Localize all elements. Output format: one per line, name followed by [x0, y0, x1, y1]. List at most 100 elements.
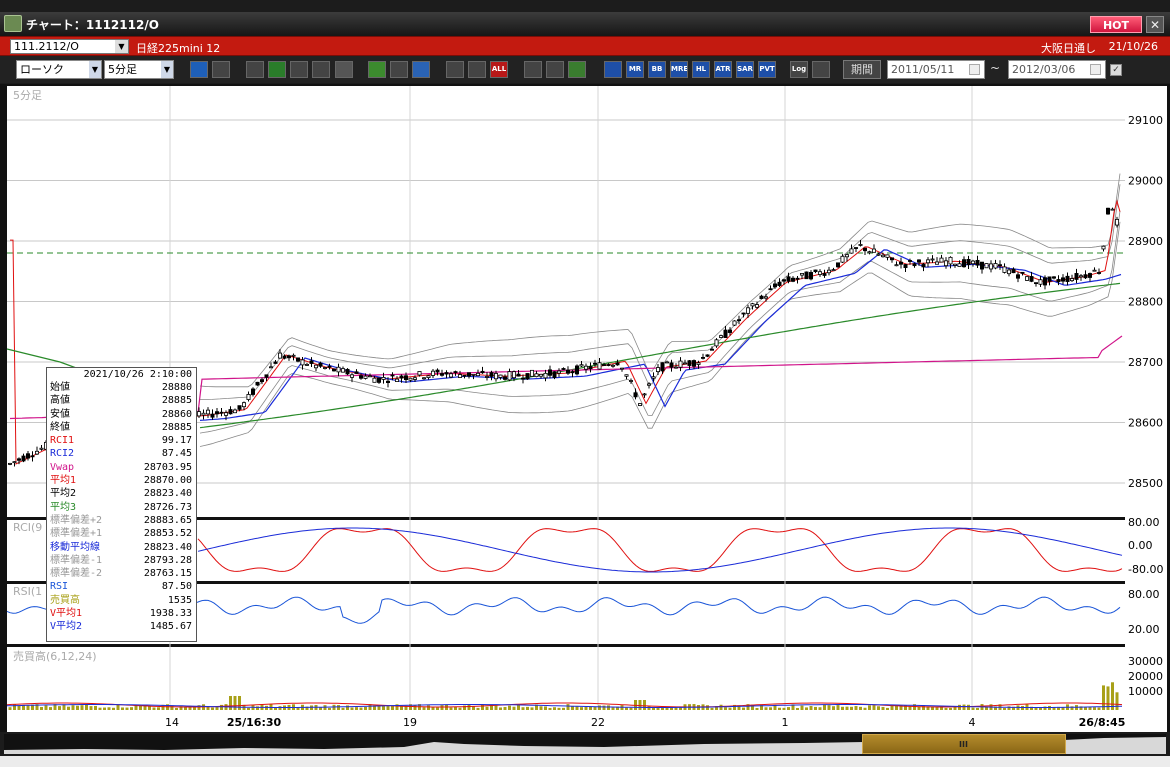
volume-bar	[800, 705, 804, 710]
candle-body	[984, 263, 989, 269]
candle-icon[interactable]	[446, 61, 464, 78]
price-tick-label: 28500	[1128, 477, 1163, 490]
crosshair-icon[interactable]	[212, 61, 230, 78]
volume-bar	[742, 707, 745, 710]
chart-type-select[interactable]: ローソク ▼	[16, 60, 102, 79]
apply-checkbox[interactable]: ✓	[1110, 64, 1122, 76]
candle-body	[444, 372, 449, 375]
bars-icon[interactable]	[468, 61, 486, 78]
close-button[interactable]: ✕	[1146, 16, 1164, 33]
ma-icon[interactable]	[604, 61, 622, 78]
candle-body	[687, 360, 692, 366]
drawing-icon[interactable]	[268, 61, 286, 78]
period-button[interactable]: 期間	[843, 60, 881, 79]
volume-bar	[485, 706, 489, 710]
hot-button[interactable]: HOT	[1090, 16, 1142, 33]
candle-body	[782, 279, 787, 282]
time-tick-label: 1	[782, 716, 789, 729]
fibo-icon[interactable]	[312, 61, 330, 78]
date-to-input[interactable]: 2012/03/06	[1008, 60, 1106, 79]
candle-body	[273, 361, 278, 364]
bb-icon[interactable]: BB	[648, 61, 666, 78]
chevron-down-icon[interactable]: ▼	[161, 61, 173, 78]
undo-icon[interactable]	[412, 61, 430, 78]
sar-icon[interactable]: SAR	[736, 61, 754, 78]
time-tick-label: 26/8:45	[1079, 716, 1126, 729]
alert-icon[interactable]	[335, 61, 353, 78]
chevron-down-icon[interactable]: ▼	[89, 61, 101, 78]
wrench-icon[interactable]	[546, 61, 564, 78]
date-from-input[interactable]: 2011/05/11	[887, 60, 985, 79]
chevron-down-icon[interactable]: ▼	[115, 40, 128, 53]
scrollbar-thumb[interactable]: III	[862, 734, 1066, 754]
interval-select[interactable]: 5分足 ▼	[104, 60, 174, 79]
volume-bar	[467, 704, 471, 710]
window-titlebar[interactable]: チャート：1112112/O HOT ✕	[0, 12, 1170, 36]
volume-bar	[832, 706, 835, 710]
settings-icon[interactable]	[524, 61, 542, 78]
palette-icon[interactable]	[568, 61, 586, 78]
zoom-icon[interactable]	[190, 61, 208, 78]
volume-bar	[89, 706, 93, 710]
candle-body	[309, 360, 314, 364]
candle-body	[39, 447, 44, 450]
candle-body	[777, 281, 782, 286]
calendar-icon[interactable]	[1090, 64, 1101, 75]
pvt-icon[interactable]: PVT	[758, 61, 776, 78]
volume-bar	[935, 707, 939, 710]
candle-body	[250, 388, 255, 395]
candle-body	[1025, 276, 1030, 281]
candle-body	[219, 411, 224, 414]
pointer-icon[interactable]	[246, 61, 264, 78]
status-strip	[0, 756, 1170, 767]
candle-body	[417, 371, 422, 376]
trendline-icon[interactable]	[290, 61, 308, 78]
candle-body	[543, 372, 548, 379]
candle-body	[430, 370, 435, 376]
cursor-icon[interactable]	[390, 61, 408, 78]
candle-body	[1110, 208, 1115, 211]
all-icon[interactable]: ALL	[490, 61, 508, 78]
pen-icon[interactable]	[368, 61, 386, 78]
candle-body	[633, 392, 638, 398]
candle-body	[998, 264, 1003, 267]
hl-icon[interactable]: HL	[692, 61, 710, 78]
grid-icon[interactable]	[812, 61, 830, 78]
tooltip-row: 標準偏差-2 28763.15	[47, 567, 196, 580]
calendar-icon[interactable]	[969, 64, 980, 75]
candle-body	[570, 371, 575, 374]
volume-bar	[769, 707, 772, 710]
volume-bar	[850, 706, 853, 710]
candle-body	[295, 357, 300, 362]
tooltip-row: 高値 28885	[47, 394, 196, 407]
mr-icon[interactable]: MR	[626, 61, 644, 78]
candle-body	[210, 413, 215, 418]
candle-body	[201, 412, 206, 416]
volume-bar	[503, 706, 507, 710]
candle-body	[345, 368, 350, 375]
symbol-code-select[interactable]: 111.2112/O ▼	[10, 39, 129, 54]
candle-body	[498, 374, 503, 378]
candle-body	[953, 263, 958, 266]
volume-bar	[944, 707, 948, 710]
date-range-separator: ~	[990, 61, 1001, 75]
candle-body	[394, 378, 399, 382]
window-title: チャート：1112112/O	[26, 18, 159, 32]
tooltip-value: 28885	[161, 395, 192, 407]
log-icon[interactable]: Log	[790, 61, 808, 78]
candle-body	[237, 405, 242, 410]
volume-bar	[278, 706, 282, 710]
volume-bar	[157, 707, 160, 710]
candle-body	[890, 257, 895, 261]
candle-body	[561, 368, 566, 370]
volume-tick-label: 30000	[1128, 655, 1163, 668]
tooltip-value: 28870.00	[143, 475, 192, 487]
candle-body	[759, 295, 764, 299]
volume-bar	[359, 707, 363, 710]
candle-body	[399, 375, 404, 379]
volume-bar	[562, 707, 565, 710]
atr-icon[interactable]: ATR	[714, 61, 732, 78]
mre-icon[interactable]: MRE	[670, 61, 688, 78]
candle-body	[899, 261, 904, 265]
volume-pane[interactable]	[7, 647, 1125, 710]
